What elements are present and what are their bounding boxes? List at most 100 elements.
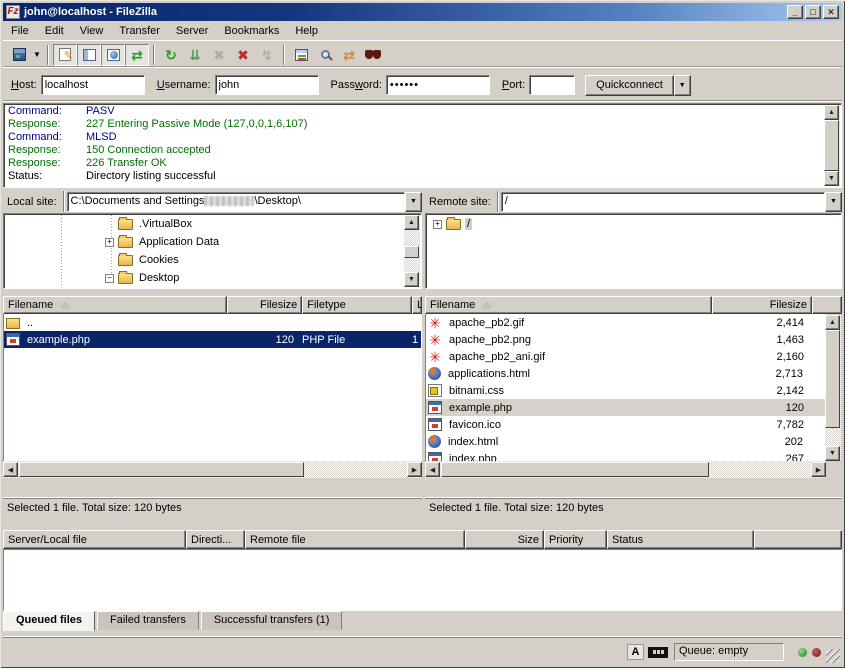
remote-site-combo[interactable]: / ▼	[501, 192, 842, 212]
find-files-button[interactable]	[361, 44, 385, 66]
maximize-button[interactable]: □	[805, 5, 821, 19]
tree-item-application-data[interactable]: + Application Data	[5, 233, 420, 251]
reconnect-button[interactable]: ↯	[255, 44, 279, 66]
remote-row[interactable]: apache_pb2.png1,463	[426, 331, 825, 348]
queue-col-priority[interactable]: Priority	[544, 530, 607, 549]
toggle-queue-button[interactable]: ⇄	[125, 44, 149, 66]
port-input[interactable]	[529, 75, 575, 95]
host-input[interactable]	[41, 75, 145, 95]
quickconnect-button[interactable]: Quickconnect	[585, 75, 674, 96]
password-input[interactable]	[386, 75, 490, 95]
local-col-filename[interactable]: Filename	[3, 296, 227, 314]
expand-plus-icon[interactable]: +	[433, 220, 442, 229]
remote-list-hscrollbar[interactable]: ◀ ▶	[425, 461, 826, 478]
directory-comparison-button[interactable]	[313, 44, 337, 66]
process-queue-button[interactable]: ⇊	[183, 44, 207, 66]
remote-row[interactable]: apache_pb2_ani.gif2,160	[426, 348, 825, 365]
tree-item-cookies[interactable]: Cookies	[5, 251, 420, 269]
local-col-filetype[interactable]: Filetype	[302, 296, 412, 314]
scroll-up-icon[interactable]: ▲	[404, 215, 419, 230]
remote-col-filesize[interactable]: Filesize	[712, 296, 812, 314]
queue-col-status[interactable]: Status	[607, 530, 754, 549]
scroll-down-icon[interactable]: ▼	[824, 171, 839, 186]
remote-row[interactable]: favicon.ico7,782	[426, 416, 825, 433]
tab-failed-transfers[interactable]: Failed transfers	[97, 611, 199, 630]
data-type-ascii-icon[interactable]: A	[627, 644, 644, 660]
queue-col-remote-file[interactable]: Remote file	[245, 530, 465, 549]
site-manager-button[interactable]	[7, 44, 31, 66]
username-input[interactable]	[215, 75, 319, 95]
refresh-button[interactable]: ↻	[159, 44, 183, 66]
site-manager-dropdown[interactable]: ▼	[31, 44, 43, 66]
scrollbar-thumb[interactable]	[441, 462, 709, 477]
remote-row[interactable]: index.html202	[426, 433, 825, 450]
scroll-down-icon[interactable]: ▼	[404, 272, 419, 287]
tree-item-desktop[interactable]: − Desktop	[5, 269, 420, 287]
quickconnect-bar: Host: Username: Password: Port: Quickcon…	[3, 69, 842, 102]
disconnect-button[interactable]: ✖	[231, 44, 255, 66]
expand-plus-icon[interactable]: +	[105, 238, 114, 247]
local-path-value[interactable]: C:\Documents and Settings\Desktop\	[67, 192, 405, 212]
tree-item-root[interactable]: + /	[427, 215, 840, 233]
title-bar[interactable]: Fz john@localhost - FileZilla _ □ ✕	[3, 3, 842, 21]
close-button[interactable]: ✕	[823, 5, 839, 19]
menu-transfer[interactable]: Transfer	[111, 23, 168, 39]
scroll-up-icon[interactable]: ▲	[824, 105, 839, 120]
toolbar-separator	[47, 45, 49, 65]
scroll-down-icon[interactable]: ▼	[825, 446, 840, 461]
sync-arrows-icon: ⇄	[343, 48, 355, 62]
local-row-up[interactable]: ..	[4, 314, 421, 331]
tree-item-virtualbox[interactable]: .VirtualBox	[5, 215, 420, 233]
queue-col-size[interactable]: Size	[465, 530, 544, 549]
speed-limit-icon[interactable]	[648, 647, 668, 658]
sort-ascending-icon	[483, 302, 491, 308]
directory-filters-button[interactable]	[289, 44, 313, 66]
queue-col-server-local[interactable]: Server/Local file	[3, 530, 186, 549]
queue-col-direction[interactable]: Directi...	[186, 530, 245, 549]
scrollbar-thumb[interactable]	[19, 462, 304, 477]
remote-row-selected[interactable]: example.php120	[426, 399, 825, 416]
remote-row[interactable]: apache_pb2.gif2,414	[426, 314, 825, 331]
quickconnect-dropdown[interactable]: ▼	[674, 75, 691, 96]
tab-successful-transfers[interactable]: Successful transfers (1)	[201, 611, 343, 630]
scroll-left-icon[interactable]: ◀	[425, 462, 440, 477]
queue-body[interactable]	[3, 549, 842, 611]
scrollbar-thumb[interactable]	[404, 246, 419, 258]
scrollbar-thumb[interactable]	[825, 330, 840, 428]
local-site-combo[interactable]: C:\Documents and Settings\Desktop\ ▼	[67, 192, 422, 212]
remote-row[interactable]: applications.html2,713	[426, 365, 825, 382]
menu-server[interactable]: Server	[168, 23, 216, 39]
menu-edit[interactable]: Edit	[37, 23, 72, 39]
log-scrollbar[interactable]: ▲ ▼	[824, 105, 840, 186]
toggle-local-tree-button[interactable]	[77, 44, 101, 66]
toggle-log-view-button[interactable]: ✎	[53, 44, 77, 66]
local-site-label: Local site:	[3, 191, 64, 212]
local-list-hscrollbar[interactable]: ◀ ▶	[3, 461, 422, 478]
menu-bookmarks[interactable]: Bookmarks	[216, 23, 287, 39]
menu-file[interactable]: File	[3, 23, 37, 39]
remote-site-dropdown[interactable]: ▼	[825, 192, 842, 212]
menu-help[interactable]: Help	[287, 23, 326, 39]
local-col-filesize[interactable]: Filesize	[227, 296, 302, 314]
local-row-example-php[interactable]: example.php 120 PHP File 1	[4, 331, 421, 348]
tab-queued-files[interactable]: Queued files	[3, 611, 95, 631]
cancel-button[interactable]: ✖	[207, 44, 231, 66]
menu-view[interactable]: View	[72, 23, 112, 39]
scroll-right-icon[interactable]: ▶	[811, 462, 826, 477]
collapse-minus-icon[interactable]: −	[105, 274, 114, 283]
synchronized-browsing-button[interactable]: ⇄	[337, 44, 361, 66]
scrollbar-thumb[interactable]	[824, 120, 839, 171]
remote-path-value[interactable]: /	[501, 192, 825, 212]
local-site-dropdown[interactable]: ▼	[405, 192, 422, 212]
remote-row[interactable]: bitnami.css2,142	[426, 382, 825, 399]
scroll-right-icon[interactable]: ▶	[407, 462, 422, 477]
local-col-lastmodified[interactable]: L	[412, 296, 422, 314]
scroll-left-icon[interactable]: ◀	[3, 462, 18, 477]
resize-grip[interactable]	[826, 649, 840, 663]
scroll-up-icon[interactable]: ▲	[825, 315, 840, 330]
minimize-button[interactable]: _	[787, 5, 803, 19]
toggle-remote-tree-button[interactable]	[101, 44, 125, 66]
local-tree-scrollbar[interactable]: ▲ ▼	[404, 215, 420, 287]
remote-list-scrollbar[interactable]: ▲ ▼	[825, 315, 841, 461]
remote-col-filename[interactable]: Filename	[425, 296, 712, 314]
